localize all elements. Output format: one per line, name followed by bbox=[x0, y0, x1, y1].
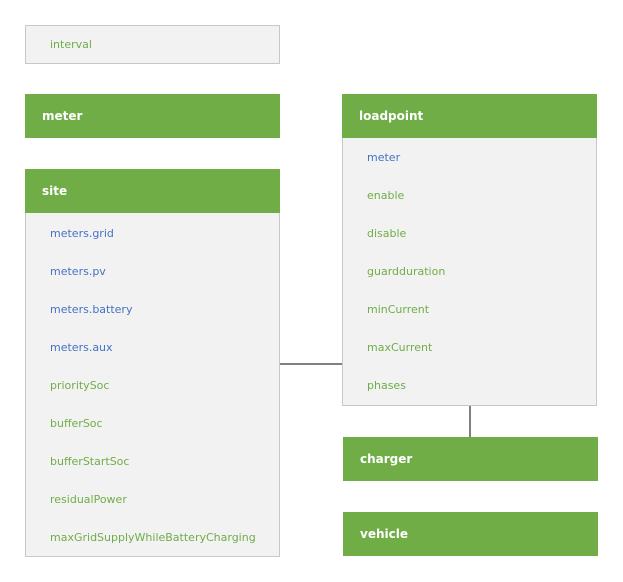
interval-label: interval bbox=[50, 38, 92, 51]
site-item-label: meters.grid bbox=[50, 227, 114, 240]
site-title: site bbox=[42, 184, 68, 198]
site-item-label: meters.pv bbox=[50, 265, 106, 278]
loadpoint-item-list: meter enable disable guardduration minCurren… bbox=[343, 138, 596, 405]
loadpoint-item-label: meter bbox=[367, 151, 401, 164]
loadpoint-item-label: phases bbox=[367, 379, 406, 392]
charger-title: charger bbox=[360, 452, 413, 466]
meter-box: meter bbox=[25, 94, 280, 138]
loadpoint-item-label: disable bbox=[367, 227, 407, 240]
site-item-list: meters.grid meters.pv meters.battery meters… bbox=[26, 213, 279, 557]
loadpoint-header: loadpoint bbox=[342, 94, 597, 138]
site-item-label: prioritySoc bbox=[50, 379, 110, 392]
vehicle-box: vehicle bbox=[343, 512, 598, 556]
loadpoint-item-label: guardduration bbox=[367, 265, 446, 278]
interval-box: interval bbox=[25, 25, 280, 64]
site-box: site meters.grid meters.pv meters.battery m… bbox=[25, 169, 280, 557]
site-item-label: meters.aux bbox=[50, 341, 113, 354]
site-item-label: bufferSoc bbox=[50, 417, 103, 430]
loadpoint-item-label: maxCurrent bbox=[367, 341, 433, 354]
site-item-label: residualPower bbox=[50, 493, 127, 506]
charger-box: charger bbox=[343, 437, 598, 481]
loadpoint-item-label: enable bbox=[367, 189, 405, 202]
site-item-label: maxGridSupplyWhileBatteryCharging bbox=[50, 531, 256, 544]
loadpoint-title: loadpoint bbox=[359, 109, 424, 123]
site-item-label: bufferStartSoc bbox=[50, 455, 130, 468]
loadpoint-item-label: minCurrent bbox=[367, 303, 430, 316]
site-item-label: meters.battery bbox=[50, 303, 133, 316]
meter-title: meter bbox=[42, 109, 83, 123]
loadpoint-box: loadpoint meter enable disable guardduratio… bbox=[342, 94, 597, 406]
vehicle-title: vehicle bbox=[360, 527, 408, 541]
site-header: site bbox=[25, 169, 280, 213]
